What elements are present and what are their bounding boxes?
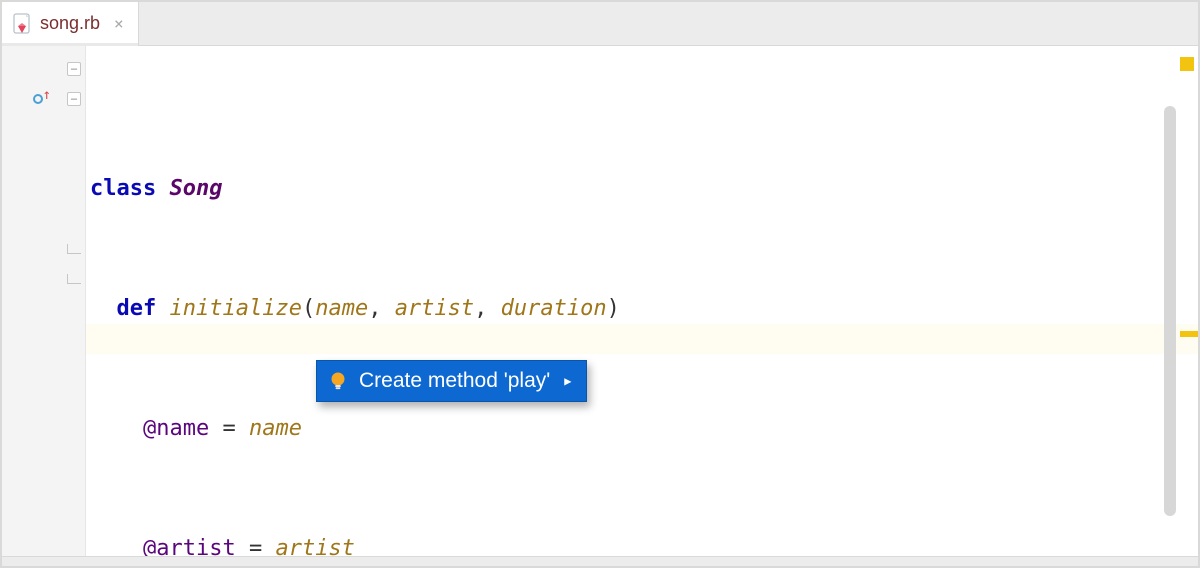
chevron-right-icon: ▶ [564, 366, 571, 396]
code-line[interactable]: def initialize(name, artist, duration) [86, 294, 1198, 324]
override-up-icon[interactable]: ↑ [28, 89, 48, 109]
fold-method-end [67, 244, 81, 254]
tab-close-button[interactable]: × [114, 14, 124, 33]
editor-window: song.rb × − ↑ − c [0, 0, 1200, 568]
ruby-file-icon [12, 13, 32, 35]
intention-popup[interactable]: Create method 'play' ▶ [316, 360, 587, 402]
code-line[interactable]: @name = name [86, 414, 1198, 444]
lightbulb-icon [327, 370, 349, 392]
code-line[interactable]: @artist = artist [86, 534, 1198, 556]
intention-label: Create method 'play' [359, 366, 550, 396]
gutter: − ↑ − [2, 46, 86, 556]
warning-stripe[interactable] [1180, 331, 1198, 337]
current-line-highlight [86, 324, 1198, 354]
status-strip [2, 556, 1198, 566]
analysis-status-indicator[interactable] [1180, 57, 1194, 71]
editor-area[interactable]: − ↑ − class Song def initialize(name, ar… [2, 46, 1198, 556]
vertical-scrollbar[interactable] [1164, 106, 1176, 516]
tab-bar: song.rb × [2, 2, 1198, 46]
code-line[interactable]: class Song [86, 174, 1198, 204]
fold-method-start[interactable]: − [67, 92, 81, 106]
fold-class-end [67, 274, 81, 284]
tab-filename: song.rb [40, 13, 100, 34]
tab-song-rb[interactable]: song.rb × [2, 2, 139, 45]
fold-class-start[interactable]: − [67, 62, 81, 76]
code-content[interactable]: class Song def initialize(name, artist, … [86, 46, 1198, 556]
